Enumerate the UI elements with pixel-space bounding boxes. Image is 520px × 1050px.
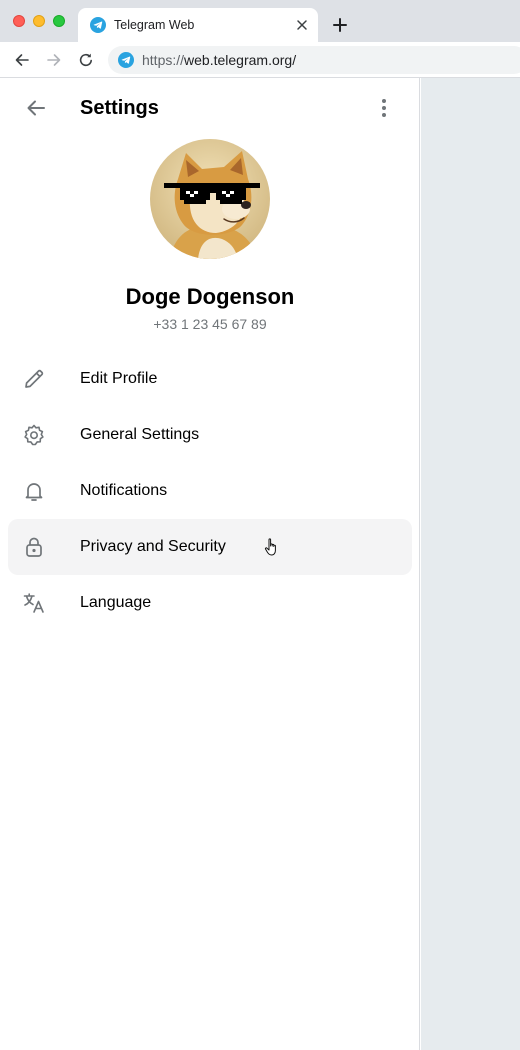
url-field[interactable]: https://web.telegram.org/ (108, 46, 520, 74)
chat-area (421, 78, 520, 1050)
browser-back-icon[interactable] (13, 51, 31, 69)
profile-phone: +33 1 23 45 67 89 (153, 316, 267, 332)
address-bar: https://web.telegram.org/ (0, 42, 520, 78)
menu-item-label: Notifications (80, 482, 168, 499)
url-scheme: https:// (142, 52, 185, 68)
url-text: https://web.telegram.org/ (142, 52, 296, 68)
telegram-icon (90, 17, 106, 33)
menu-item-label: Privacy and Security (80, 538, 226, 555)
close-tab-icon[interactable] (294, 17, 310, 33)
browser-tab[interactable]: Telegram Web (78, 8, 318, 42)
avatar[interactable] (150, 139, 270, 259)
menu-item-label: Language (80, 594, 152, 611)
profile-name: Doge Dogenson (125, 284, 295, 309)
arrow-left-icon[interactable] (22, 94, 50, 122)
zoom-window-button[interactable] (53, 15, 65, 27)
pencil-icon (22, 367, 46, 391)
browser-tab-bar: Telegram Web (0, 0, 520, 42)
url-host: web.telegram.org/ (184, 52, 297, 68)
menu-item-privacy-security[interactable]: Privacy and Security (8, 519, 412, 575)
reload-icon[interactable] (77, 51, 95, 69)
menu-item-label: General Settings (80, 426, 200, 443)
hand-cursor-icon (264, 537, 280, 557)
translate-icon (22, 591, 46, 615)
settings-header: Settings (0, 78, 420, 138)
settings-menu: Edit Profile General Settings Notificati… (0, 351, 420, 631)
menu-item-language[interactable]: Language (8, 575, 412, 631)
bell-icon (22, 479, 46, 503)
telegram-icon (118, 52, 134, 68)
minimize-window-button[interactable] (33, 15, 45, 27)
gear-icon (22, 423, 46, 447)
telegram-app: Settings Doge Dogenson +33 1 23 45 67 89… (0, 78, 520, 1050)
more-vertical-icon[interactable] (372, 94, 396, 122)
new-tab-icon[interactable] (330, 15, 350, 35)
browser-forward-icon[interactable] (45, 51, 63, 69)
lock-icon (22, 535, 46, 559)
menu-item-notifications[interactable]: Notifications (8, 463, 412, 519)
menu-item-general-settings[interactable]: General Settings (8, 407, 412, 463)
settings-panel: Settings Doge Dogenson +33 1 23 45 67 89… (0, 78, 420, 1050)
menu-item-label: Edit Profile (80, 370, 158, 387)
tab-title: Telegram Web (114, 18, 195, 32)
menu-item-edit-profile[interactable]: Edit Profile (8, 351, 412, 407)
page-title: Settings (80, 97, 159, 119)
close-window-button[interactable] (13, 15, 25, 27)
